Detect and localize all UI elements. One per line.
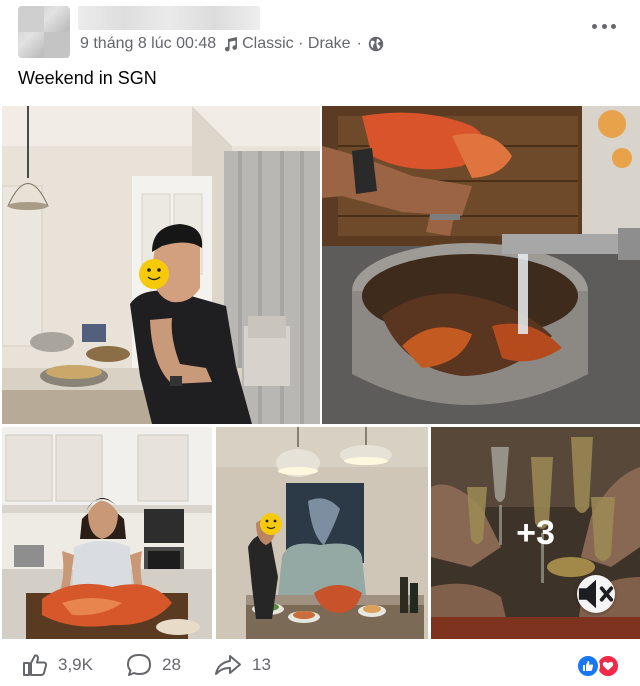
crab-pot-image: [322, 106, 640, 424]
comment-button[interactable]: 28: [126, 652, 181, 678]
meta-separator: ·: [356, 35, 362, 52]
dot-icon: [611, 23, 616, 29]
like-reaction-icon: [576, 654, 600, 678]
thumbs-up-icon: [23, 654, 48, 676]
author-avatar[interactable]: [18, 6, 70, 58]
photo-champagne-toast[interactable]: +3: [431, 427, 640, 639]
music-note-icon: [225, 37, 238, 52]
post-timestamp[interactable]: 9 tháng 8 lúc 00:48: [80, 35, 216, 53]
photo-crab-pot[interactable]: [322, 106, 640, 424]
mute-button[interactable]: [577, 575, 615, 613]
like-button[interactable]: 3,9K: [22, 652, 93, 678]
speaker-muted-icon: [578, 579, 614, 609]
share-arrow-icon: [215, 655, 241, 675]
dining-table-image: [216, 427, 428, 639]
author-name-blurred[interactable]: [78, 6, 260, 30]
photo-dining-table[interactable]: [216, 427, 428, 639]
photo-crab-platter[interactable]: [2, 427, 212, 639]
music-track[interactable]: Classic · Drake: [242, 35, 350, 53]
crab-platter-image: [2, 427, 212, 639]
reaction-summary[interactable]: [576, 654, 624, 678]
more-options-button[interactable]: [592, 16, 616, 36]
share-button[interactable]: 13: [214, 652, 271, 678]
post-caption: Weekend in SGN: [18, 68, 157, 88]
dot-icon: [592, 23, 597, 29]
like-count: 3,9K: [58, 655, 93, 674]
globe-icon[interactable]: [368, 36, 384, 52]
comment-count: 28: [162, 655, 181, 674]
dot-icon: [601, 23, 607, 29]
share-count: 13: [252, 655, 271, 674]
comment-bubble-icon: [127, 654, 151, 676]
post-header: 9 tháng 8 lúc 00:48 Classic · Drake ·: [0, 0, 640, 62]
photo-kitchen[interactable]: [2, 106, 320, 424]
post-meta: 9 tháng 8 lúc 00:48 Classic · Drake ·: [80, 34, 384, 54]
kitchen-image: [2, 106, 320, 424]
post-actions-bar: 3,9K 28 13: [0, 642, 640, 686]
